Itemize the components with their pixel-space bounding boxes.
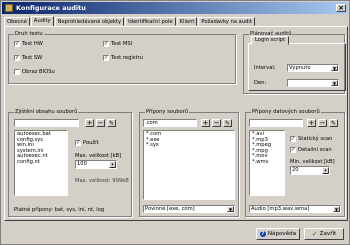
test-hw-checkbox[interactable]: ✓ Test HW bbox=[14, 41, 43, 47]
add-data-extension-button[interactable]: + bbox=[307, 119, 316, 127]
pencil-icon: ✎ bbox=[224, 120, 231, 127]
staticky-scan-label: Statický scan bbox=[298, 136, 333, 142]
list-item[interactable]: *.wmv bbox=[252, 159, 282, 166]
close-button[interactable]: ✓ Zavřít bbox=[304, 228, 344, 240]
den-select[interactable]: ▼ bbox=[287, 79, 339, 87]
remove-file-button[interactable]: − bbox=[96, 119, 105, 127]
chevron-down-icon[interactable]: ▼ bbox=[333, 206, 340, 212]
check-icon: ✓ bbox=[103, 55, 109, 61]
pouzit-label: Použít bbox=[83, 140, 99, 146]
close-label: Zavřít bbox=[319, 231, 337, 237]
tab-klient[interactable]: Klient bbox=[176, 17, 198, 26]
check-icon: ✓ bbox=[14, 41, 20, 47]
tab-strip: Obecné Audity Neprohledávané objekty Ide… bbox=[4, 16, 256, 26]
checkmark-icon: ✓ bbox=[311, 230, 318, 238]
add-file-button[interactable]: + bbox=[85, 119, 94, 127]
title-bar: Konfigurace auditu × bbox=[2, 2, 348, 14]
min-velikost-value: 20 bbox=[292, 167, 299, 173]
den-label: Den: bbox=[254, 80, 267, 86]
test-msi-checkbox[interactable]: ✓ Test MSI bbox=[103, 41, 132, 47]
remove-extension-button[interactable]: − bbox=[212, 119, 221, 127]
pencil-icon: ✎ bbox=[330, 120, 337, 127]
interval-label: Interval: bbox=[254, 65, 276, 71]
max-velikost-info: Max. velikost: 999kB bbox=[75, 178, 129, 184]
check-icon: ✓ bbox=[290, 147, 296, 153]
check-icon: ✓ bbox=[103, 41, 109, 47]
window-title: Konfigurace auditu bbox=[16, 4, 86, 12]
files-list[interactable]: autoexec.bat config.sys win.ini system.i… bbox=[14, 130, 68, 196]
tab-pozadavky[interactable]: Požadavky na audit bbox=[198, 17, 255, 26]
test-hw-label: Test HW bbox=[22, 41, 43, 47]
tab-login-script[interactable]: Login script bbox=[251, 36, 290, 45]
zjisteni-title: Zjištění obsahu souborů bbox=[14, 109, 79, 115]
tab-identifikacni[interactable]: Identifikační pole bbox=[125, 17, 176, 26]
help-icon: ? bbox=[259, 231, 266, 237]
tab-neprohledavane[interactable]: Neprohledávané objekty bbox=[54, 17, 125, 26]
pencil-icon: ✎ bbox=[108, 120, 115, 127]
test-msi-label: Test MSI bbox=[111, 41, 133, 47]
pripony-preset-select[interactable]: Povinné [exe, com] ▼ bbox=[143, 205, 235, 213]
staticky-scan-checkbox[interactable]: ✓ Statický scan bbox=[290, 136, 332, 142]
pripony-dat-title: Přípony datových souborů bbox=[251, 109, 321, 115]
remove-data-extension-button[interactable]: − bbox=[318, 119, 327, 127]
test-registru-checkbox[interactable]: ✓ Test registru bbox=[103, 55, 143, 61]
audity-panel: Druh testu ✓ Test HW ✓ Test MSI ✓ Test SW ✓… bbox=[4, 26, 348, 221]
chevron-down-icon[interactable]: ▼ bbox=[227, 206, 234, 212]
spinner-icon[interactable]: ▴ ▾ bbox=[322, 167, 329, 174]
max-velikost-label: Max. velikost [kB] bbox=[75, 153, 122, 159]
druh-testu-group: Druh testu ✓ Test HW ✓ Test MSI ✓ Test SW ✓… bbox=[8, 31, 236, 84]
pripony-title: Přípony souborů bbox=[145, 109, 190, 115]
list-item[interactable]: *.sys bbox=[146, 143, 232, 149]
platne-pripony-text: Platné přípony: bat, sys, ini, nt, log bbox=[14, 207, 105, 213]
obraz-biosu-checkbox[interactable]: Obraz BIOSu bbox=[14, 69, 55, 75]
edit-file-button[interactable]: ✎ bbox=[107, 119, 116, 127]
help-label: Nápověda bbox=[267, 231, 297, 237]
zjisteni-input[interactable] bbox=[14, 119, 79, 127]
test-sw-checkbox[interactable]: ✓ Test SW bbox=[14, 55, 42, 61]
detailni-scan-checkbox[interactable]: ✓ Detailní scan bbox=[290, 147, 332, 153]
check-icon: ✓ bbox=[14, 55, 20, 61]
pripony-dat-input[interactable] bbox=[249, 119, 303, 127]
check-icon: ✓ bbox=[75, 140, 81, 146]
pripony-dat-preset-select[interactable]: Audio [mp3,wav,wma] ▼ bbox=[249, 205, 341, 213]
close-window-button[interactable]: × bbox=[336, 4, 346, 12]
tab-obecne[interactable]: Obecné bbox=[4, 17, 30, 26]
chevron-down-icon[interactable]: ▼ bbox=[331, 65, 338, 71]
pripony-preset-value: Povinné [exe, com] bbox=[145, 206, 195, 212]
max-velikost-input[interactable]: 100 ▴ ▾ bbox=[75, 160, 117, 169]
druh-testu-title: Druh testu bbox=[14, 31, 44, 37]
obraz-biosu-label: Obraz BIOSu bbox=[22, 69, 55, 75]
max-velikost-value: 100 bbox=[77, 161, 87, 167]
pouzit-checkbox[interactable]: ✓ Použít bbox=[75, 140, 99, 146]
pripony-input-value: .com bbox=[145, 120, 158, 126]
chevron-down-icon[interactable]: ▼ bbox=[331, 80, 338, 86]
app-icon bbox=[5, 4, 13, 12]
tab-audity[interactable]: Audity bbox=[30, 16, 54, 26]
interval-select[interactable]: Vypnuto ▼ bbox=[287, 64, 339, 72]
edit-extension-button[interactable]: ✎ bbox=[223, 119, 232, 127]
zjisteni-group: Zjištění obsahu souborů + − ✎ autoexec.b… bbox=[8, 109, 132, 217]
edit-data-extension-button[interactable]: ✎ bbox=[329, 119, 338, 127]
login-script-panel: Login script Interval: Vypnuto ▼ Den: ▼ bbox=[248, 36, 346, 91]
min-velikost-label: Min. velikost [kB] bbox=[290, 159, 335, 165]
dialog-window: Konfigurace auditu × Obecné Audity Nepro… bbox=[0, 0, 350, 245]
list-item[interactable]: config.nt bbox=[17, 159, 65, 166]
check-icon: ✓ bbox=[290, 136, 296, 142]
spinner-icon[interactable]: ▴ ▾ bbox=[109, 161, 116, 168]
detailni-scan-label: Detailní scan bbox=[298, 147, 332, 153]
help-button[interactable]: ? Nápověda bbox=[256, 228, 300, 240]
data-extensions-list[interactable]: *.avi *.mp3 *.mpeg *.mpg *.mov *.wmv bbox=[249, 130, 285, 196]
test-sw-label: Test SW bbox=[22, 55, 43, 61]
planovac-group: Plánovač auditů Login script Interval: V… bbox=[243, 31, 346, 94]
test-registru-label: Test registru bbox=[111, 55, 143, 61]
pripony-group: Přípony souborů .com + − ✎ *.com *.exe *… bbox=[139, 109, 239, 217]
pripony-dat-preset-value: Audio [mp3,wav,wma] bbox=[251, 206, 310, 212]
extensions-list[interactable]: *.com *.exe *.sys bbox=[143, 130, 235, 200]
interval-value: Vypnuto bbox=[289, 65, 311, 71]
min-velikost-input[interactable]: 20 ▴ ▾ bbox=[290, 166, 330, 175]
pripony-dat-group: Přípony datových souborů + − ✎ *.avi *.m… bbox=[245, 109, 345, 217]
add-extension-button[interactable]: + bbox=[201, 119, 210, 127]
pripony-input[interactable]: .com bbox=[143, 119, 197, 127]
